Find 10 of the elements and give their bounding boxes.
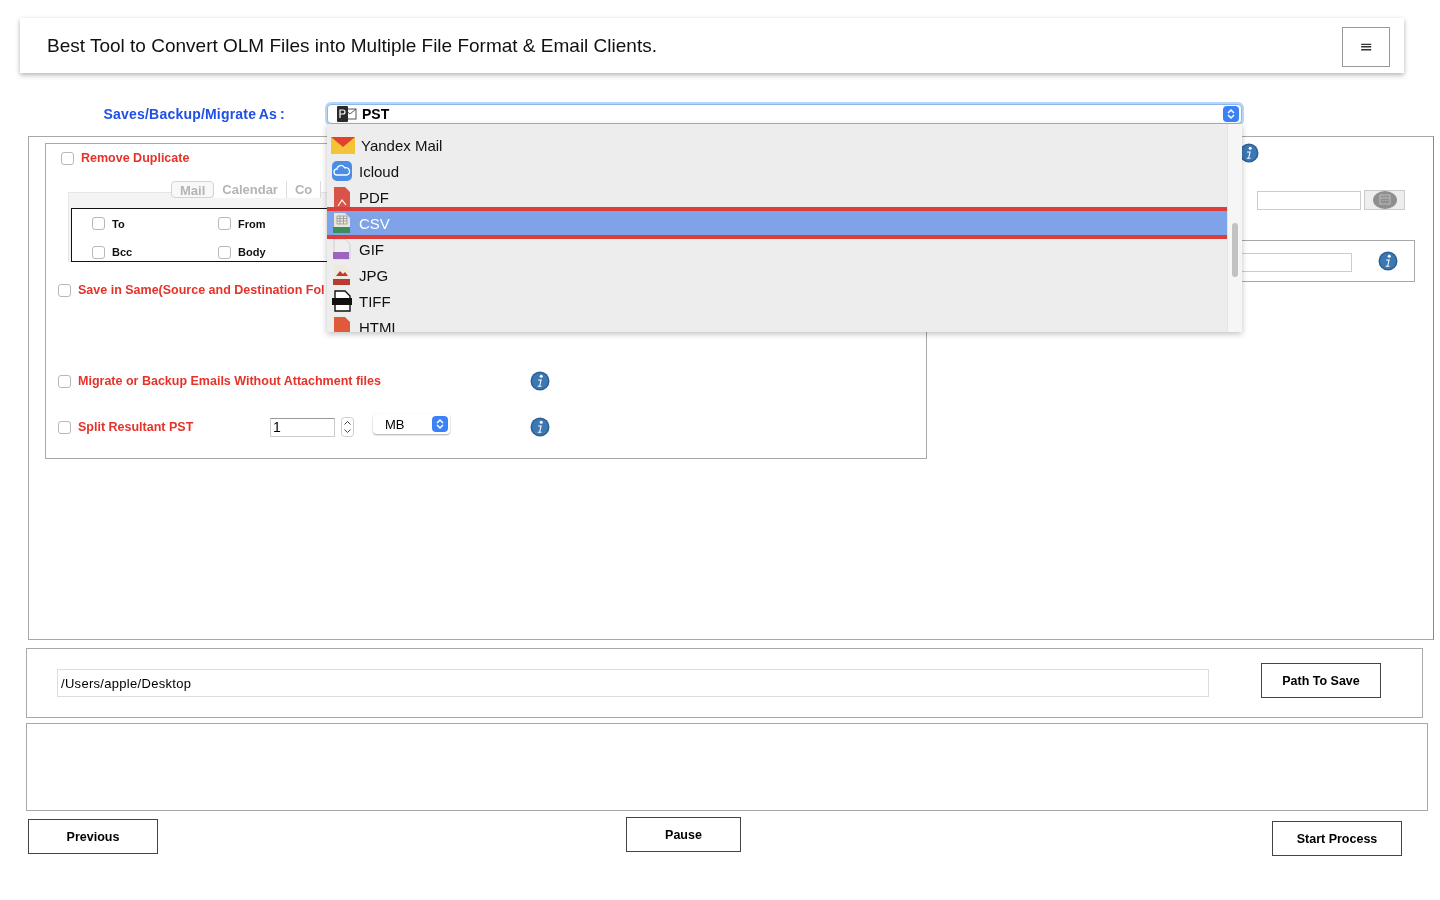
checkbox-label: Body xyxy=(238,246,266,259)
option-label: Migrate or Backup Emails Without Attachment files xyxy=(78,374,381,388)
checkbox-label: Bcc xyxy=(112,246,133,259)
option-label: Remove Duplicate xyxy=(81,151,190,165)
option-label: Split Resultant PST xyxy=(78,420,194,434)
option-label: Save in Same(Source and Destination Fol xyxy=(78,283,325,297)
field-label: Saves/Backup/Migrate As : xyxy=(102,106,285,122)
checkbox-label: From xyxy=(238,217,266,230)
app-title: Best Tool to Convert OLM Files into Multiple File Format & Email Clients. xyxy=(47,34,657,57)
checkbox-label: To xyxy=(112,217,125,230)
